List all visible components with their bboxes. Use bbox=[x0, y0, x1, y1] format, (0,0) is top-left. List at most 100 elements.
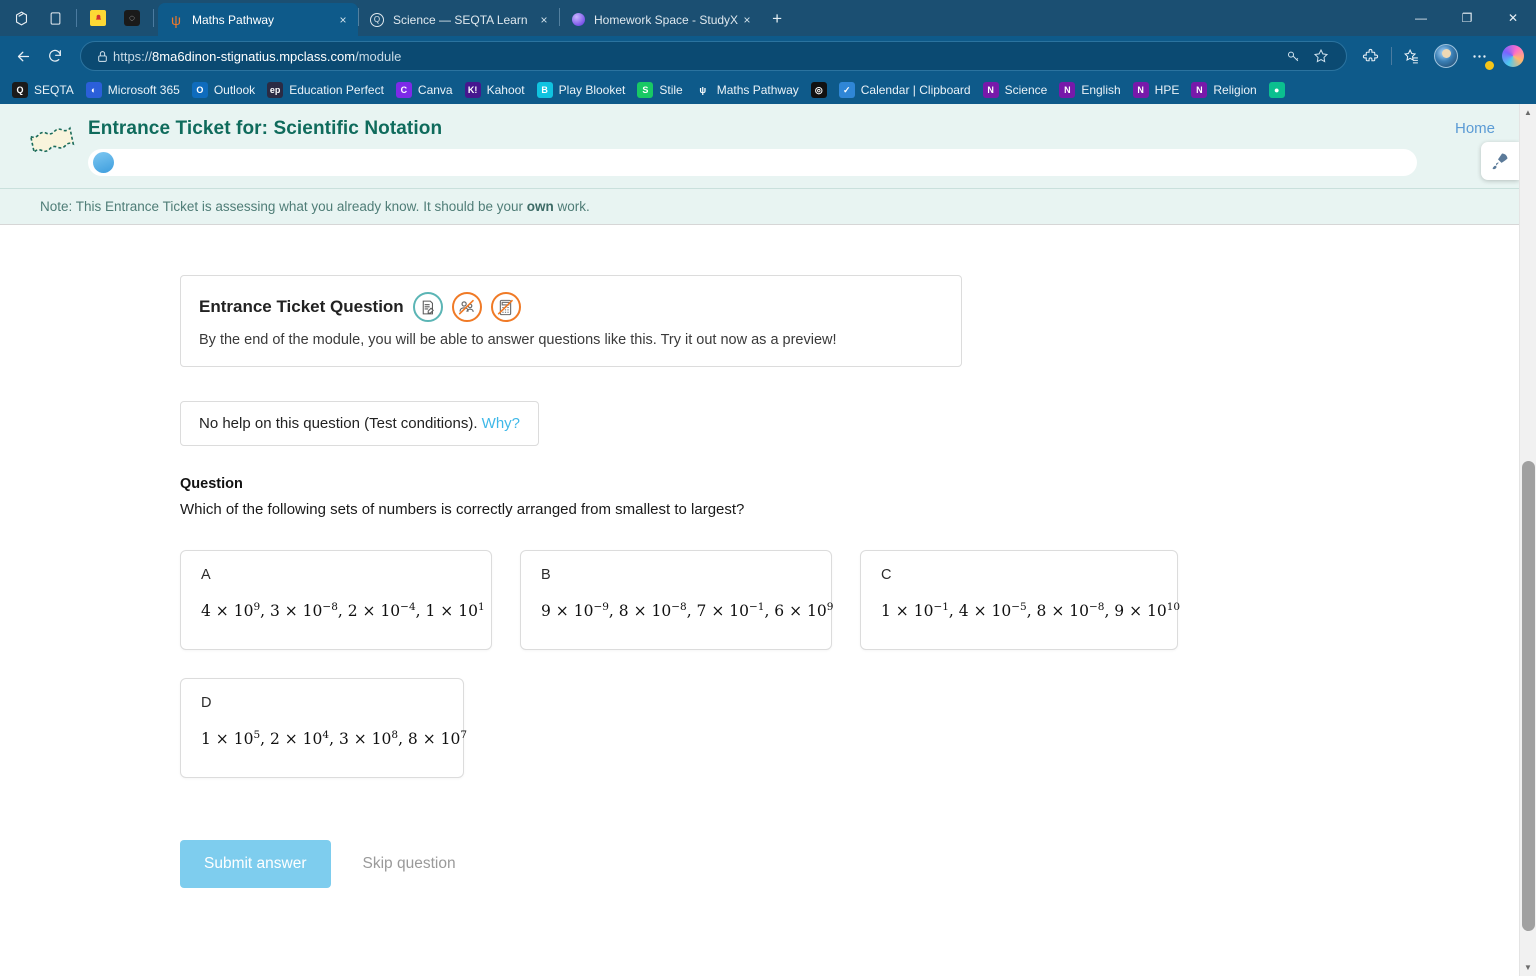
split-screen-icon[interactable] bbox=[38, 1, 72, 35]
copilot-icon[interactable] bbox=[1496, 41, 1526, 71]
bookmark-item[interactable]: Q SEQTA bbox=[6, 79, 80, 101]
scroll-down-arrow[interactable]: ▼ bbox=[1520, 959, 1536, 976]
page-scrollbar[interactable]: ▲ ▼ bbox=[1519, 104, 1536, 976]
seqta-icon: Q bbox=[369, 12, 385, 28]
bookmark-label: SEQTA bbox=[34, 83, 74, 97]
progress-marker bbox=[93, 152, 114, 173]
scroll-up-arrow[interactable]: ▲ bbox=[1520, 104, 1536, 121]
calendar-clipboard-icon: ✓ bbox=[838, 82, 855, 98]
skip-question-button[interactable]: Skip question bbox=[363, 855, 456, 873]
scrollbar-thumb[interactable] bbox=[1522, 461, 1535, 931]
scrollbar-track[interactable] bbox=[1520, 121, 1536, 959]
answer-option-d[interactable]: D 1 × 105, 2 × 104, 3 × 108, 8 × 107 bbox=[180, 678, 467, 778]
answer-option-b[interactable]: B 9 × 10−9, 8 × 10−8, 7 × 10−1, 6 × 109 bbox=[520, 550, 834, 650]
page-viewport: Entrance Ticket for: Scientific Notation… bbox=[0, 104, 1536, 976]
titlebar-divider-2 bbox=[153, 9, 154, 27]
bookmark-label: Canva bbox=[417, 83, 453, 97]
question-text: Which of the following sets of numbers i… bbox=[180, 501, 745, 518]
url-protocol: https:// bbox=[113, 48, 153, 64]
answer-option-c[interactable]: C 1 × 10−1, 4 × 10−5, 8 × 10−8, 9 × 1010 bbox=[860, 550, 1180, 650]
rocket-fab-button[interactable] bbox=[1481, 142, 1519, 180]
url-path: /module bbox=[355, 48, 402, 64]
key-icon[interactable] bbox=[1280, 43, 1306, 69]
seqta-icon: Q bbox=[12, 82, 28, 98]
collections-icon[interactable] bbox=[1396, 41, 1426, 71]
option-letter: C bbox=[881, 567, 892, 583]
bookmark-item[interactable]: ◎ bbox=[805, 79, 833, 101]
write-notepad-icon bbox=[412, 292, 443, 322]
bookmark-item[interactable]: B Play Blooket bbox=[531, 79, 632, 101]
onenote-icon: N bbox=[1132, 82, 1149, 98]
tab-close-icon[interactable]: × bbox=[535, 11, 553, 29]
no-calculator-icon bbox=[490, 292, 521, 322]
bookmark-item[interactable]: ◐ Microsoft 365 bbox=[80, 79, 186, 101]
note-bar: Note: This Entrance Ticket is assessing … bbox=[0, 188, 1519, 225]
bookmark-label: Kahoot bbox=[486, 83, 525, 97]
titlebar-divider bbox=[76, 9, 77, 27]
bookmark-item[interactable]: O Outlook bbox=[186, 79, 261, 101]
bookmark-item[interactable]: ψ Maths Pathway bbox=[689, 79, 805, 101]
bookmark-label: Microsoft 365 bbox=[107, 83, 180, 97]
app1-icon[interactable] bbox=[81, 1, 115, 35]
app2-icon[interactable]: ◌ bbox=[115, 1, 149, 35]
onenote-icon: N bbox=[1191, 82, 1208, 98]
avatar[interactable] bbox=[1434, 44, 1458, 68]
page-content: Entrance Ticket Question By the end of t… bbox=[0, 225, 1519, 962]
close-button[interactable]: ✕ bbox=[1490, 0, 1536, 36]
header-main: Entrance Ticket for: Scientific Notation bbox=[88, 114, 1435, 176]
url-host: 8ma6dinon-stignatius.mpclass.com bbox=[152, 48, 356, 64]
copilot-sidebar-icon[interactable] bbox=[4, 1, 38, 35]
back-button[interactable] bbox=[8, 41, 38, 71]
browser-window: ◌ ψ Maths Pathway × Q Science — SEQTA Le… bbox=[0, 0, 1536, 976]
answer-option-a[interactable]: A 4 × 109, 3 × 10−8, 2 × 10−4, 1 × 101 bbox=[180, 550, 492, 650]
reload-button[interactable] bbox=[40, 41, 70, 71]
bookmark-item[interactable]: K! Kahoot bbox=[459, 79, 531, 101]
puzzle-icon[interactable] bbox=[1355, 41, 1385, 71]
onenote-icon: N bbox=[982, 82, 999, 98]
bookmark-item[interactable]: ✓ Calendar | Clipboard bbox=[833, 79, 977, 101]
bookmark-item[interactable]: N English bbox=[1053, 79, 1126, 101]
bookmark-item[interactable]: ep Education Perfect bbox=[261, 79, 390, 101]
tab-title: Homework Space - StudyX bbox=[594, 12, 739, 27]
tab-maths-pathway[interactable]: ψ Maths Pathway × bbox=[158, 3, 358, 36]
ellipsis-icon[interactable] bbox=[1464, 41, 1495, 71]
tab-studyx[interactable]: Homework Space - StudyX × bbox=[560, 3, 762, 36]
bookmark-item[interactable]: N Science bbox=[977, 79, 1054, 101]
bookmark-label: HPE bbox=[1154, 83, 1180, 97]
minimize-button[interactable]: — bbox=[1398, 0, 1444, 36]
tab-close-icon[interactable]: × bbox=[738, 11, 756, 29]
option-letter: B bbox=[541, 567, 551, 583]
etq-subtitle: By the end of the module, you will be ab… bbox=[199, 332, 837, 348]
studyx-icon bbox=[570, 12, 586, 28]
bookmark-item[interactable]: ● bbox=[1263, 79, 1291, 101]
content-inner: Entrance Ticket Question By the end of t… bbox=[0, 275, 1519, 888]
tab-close-icon[interactable]: × bbox=[334, 11, 352, 29]
bookmark-item[interactable]: N Religion bbox=[1185, 79, 1262, 101]
browser-navbar: https://8ma6dinon-stignatius.mpclass.com… bbox=[0, 36, 1536, 76]
help-conditions-card: No help on this question (Test condition… bbox=[180, 401, 539, 446]
option-expression: 9 × 10−9, 8 × 10−8, 7 × 10−1, 6 × 109 bbox=[541, 601, 834, 621]
lock-icon bbox=[91, 50, 113, 63]
url-text: https://8ma6dinon-stignatius.mpclass.com… bbox=[113, 49, 401, 64]
new-tab-button[interactable]: + bbox=[762, 4, 792, 34]
ticket-icon bbox=[24, 120, 82, 160]
option-letter: A bbox=[201, 567, 211, 583]
blooket-icon: B bbox=[536, 82, 553, 98]
why-link[interactable]: Why? bbox=[482, 415, 520, 432]
etq-title-row: Entrance Ticket Question bbox=[199, 292, 943, 322]
home-link[interactable]: Home bbox=[1455, 114, 1495, 137]
maximize-button[interactable]: ❐ bbox=[1444, 0, 1490, 36]
bookmark-item[interactable]: C Canva bbox=[390, 79, 459, 101]
submit-answer-button[interactable]: Submit answer bbox=[180, 840, 331, 888]
bookmark-item[interactable]: S Stile bbox=[631, 79, 688, 101]
onenote-icon: N bbox=[1059, 82, 1076, 98]
address-bar[interactable]: https://8ma6dinon-stignatius.mpclass.com… bbox=[80, 41, 1347, 71]
etq-title: Entrance Ticket Question bbox=[199, 297, 404, 316]
tab-strip: ψ Maths Pathway × Q Science — SEQTA Lear… bbox=[158, 0, 792, 36]
education-perfect-icon: ep bbox=[267, 82, 284, 98]
browser-titlebar: ◌ ψ Maths Pathway × Q Science — SEQTA Le… bbox=[0, 0, 1536, 36]
navbar-right-actions bbox=[1355, 41, 1528, 71]
star-icon[interactable] bbox=[1308, 43, 1334, 69]
bookmark-item[interactable]: N HPE bbox=[1127, 79, 1186, 101]
tab-seqta-learn[interactable]: Q Science — SEQTA Learn × bbox=[359, 3, 559, 36]
